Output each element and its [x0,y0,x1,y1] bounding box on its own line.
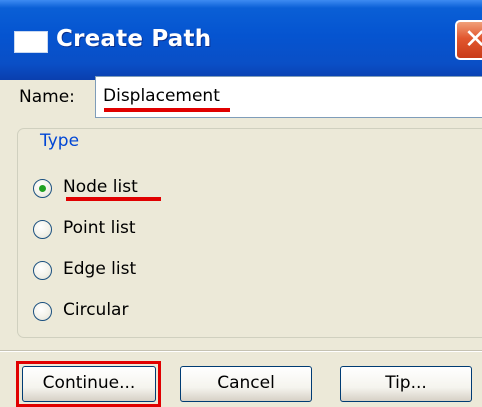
close-button[interactable]: ✕ [455,20,482,60]
radio-button[interactable] [33,220,52,239]
name-label: Name: [19,87,75,107]
radio-label: Circular [63,300,129,320]
continue-annotation-box [16,361,161,407]
node-list-annotation-underline [66,197,161,201]
type-legend: Type [37,131,83,151]
radio-button[interactable] [33,261,52,280]
name-annotation-underline [104,108,230,112]
tip-button[interactable]: Tip... [340,366,472,402]
radio-label: Edge list [63,259,137,279]
radio-label: Point list [63,218,136,238]
radio-button[interactable] [33,179,52,198]
cancel-button[interactable]: Cancel [180,366,312,402]
window-icon [14,31,48,53]
radio-label: Node list [63,177,138,197]
radio-selected-dot [39,185,46,192]
close-icon: ✕ [464,24,482,55]
radio-button[interactable] [33,302,52,321]
title-bar[interactable]: Create Path ✕ [0,0,482,80]
name-value: Displacement [103,86,220,106]
window-title: Create Path [56,26,212,52]
create-path-dialog: Create Path ✕ Name: Displacement Type No… [0,0,482,407]
separator [0,350,482,352]
